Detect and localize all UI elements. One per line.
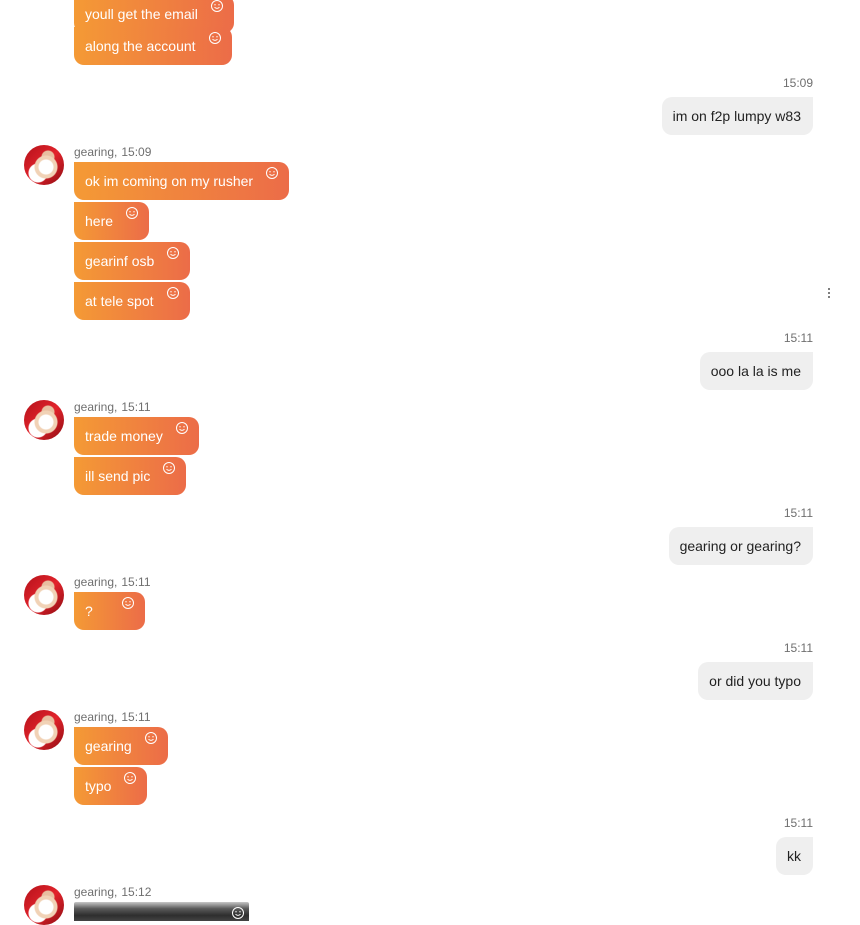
outgoing-message-bubble[interactable]: kk — [776, 837, 813, 875]
incoming-message-bubble[interactable]: ok im coming on my rusher — [74, 162, 290, 200]
vertical-ellipsis-icon[interactable] — [824, 286, 834, 302]
message-text: ? — [85, 603, 93, 619]
sender-meta: gearing, 15:11 — [74, 400, 151, 414]
chat-thread: youll get the email along the account 15… — [0, 0, 860, 925]
sender-name: gearing — [74, 710, 115, 724]
smiley-reaction-icon[interactable] — [144, 731, 158, 745]
incoming-message-bubble[interactable]: here — [74, 202, 150, 240]
smiley-reaction-icon[interactable] — [208, 31, 222, 45]
sender-avatar[interactable] — [24, 575, 64, 615]
incoming-message-bubble[interactable]: along the account — [74, 27, 232, 65]
sender-name: gearing — [74, 145, 115, 159]
smiley-reaction-icon[interactable] — [175, 421, 189, 435]
message-text: gearing — [85, 738, 132, 754]
sender-name: gearing — [74, 885, 115, 899]
message-text: at tele spot — [85, 293, 154, 309]
sender-avatar[interactable] — [24, 710, 64, 750]
message-timestamp: 15:11 — [121, 400, 151, 414]
message-timestamp: 15:11 — [783, 816, 813, 830]
message-text: or did you typo — [709, 673, 801, 689]
outgoing-message-bubble[interactable]: im on f2p lumpy w83 — [661, 97, 813, 135]
message-timestamp: 15:09 — [121, 145, 152, 159]
message-timestamp: 15:11 — [121, 710, 151, 724]
message-text: along the account — [85, 38, 196, 54]
smiley-reaction-icon[interactable] — [166, 286, 180, 300]
message-timestamp: 15:11 — [783, 331, 813, 345]
sender-name: gearing — [74, 575, 115, 589]
sender-meta: gearing, 15:11 — [74, 710, 151, 724]
message-text: im on f2p lumpy w83 — [672, 108, 801, 124]
outgoing-message-bubble[interactable]: ooo la la is me — [699, 352, 813, 390]
image-message[interactable] — [74, 902, 249, 921]
incoming-message-bubble[interactable]: gearinf osb — [74, 242, 191, 280]
smiley-reaction-icon[interactable] — [265, 166, 279, 180]
message-text: ooo la la is me — [710, 363, 801, 379]
message-text: gearing or gearing? — [679, 538, 801, 554]
message-text: here — [85, 213, 114, 229]
sender-meta: gearing, 15:11 — [74, 575, 151, 589]
message-text: youll get the email — [85, 6, 198, 22]
incoming-message-bubble[interactable]: ? — [74, 592, 145, 630]
message-text: gearinf osb — [85, 253, 155, 269]
sender-avatar[interactable] — [24, 145, 64, 185]
incoming-message-bubble[interactable]: trade money — [74, 417, 199, 455]
message-text: ill send pic — [85, 468, 151, 484]
message-text: typo — [85, 778, 112, 794]
message-text: kk — [787, 848, 801, 864]
sender-avatar[interactable] — [24, 400, 64, 440]
outgoing-message-bubble[interactable]: or did you typo — [698, 662, 813, 700]
message-timestamp: 15:11 — [783, 641, 813, 655]
incoming-message-bubble[interactable]: at tele spot — [74, 282, 190, 320]
outgoing-message-bubble[interactable]: gearing or gearing? — [668, 527, 813, 565]
sender-name: gearing — [74, 400, 115, 414]
message-timestamp: 15:11 — [121, 575, 151, 589]
smiley-reaction-icon[interactable] — [210, 0, 224, 13]
smiley-reaction-icon[interactable] — [162, 461, 176, 475]
smiley-reaction-icon[interactable] — [125, 206, 139, 220]
sender-meta: gearing, 15:12 — [74, 885, 152, 899]
message-timestamp: 15:09 — [782, 76, 813, 90]
smiley-reaction-icon[interactable] — [231, 906, 245, 920]
message-text: trade money — [85, 428, 163, 444]
message-timestamp: 15:11 — [783, 506, 813, 520]
sender-avatar[interactable] — [24, 885, 64, 925]
incoming-message-bubble[interactable]: ill send pic — [74, 457, 187, 495]
incoming-message-bubble[interactable]: typo — [74, 767, 148, 805]
smiley-reaction-icon[interactable] — [166, 246, 180, 260]
message-text: ok im coming on my rusher — [85, 173, 254, 189]
incoming-message-bubble[interactable]: gearing — [74, 727, 168, 765]
smiley-reaction-icon[interactable] — [123, 771, 137, 785]
sender-meta: gearing, 15:09 — [74, 145, 152, 159]
message-timestamp: 15:12 — [121, 885, 152, 899]
smiley-reaction-icon[interactable] — [121, 596, 135, 610]
